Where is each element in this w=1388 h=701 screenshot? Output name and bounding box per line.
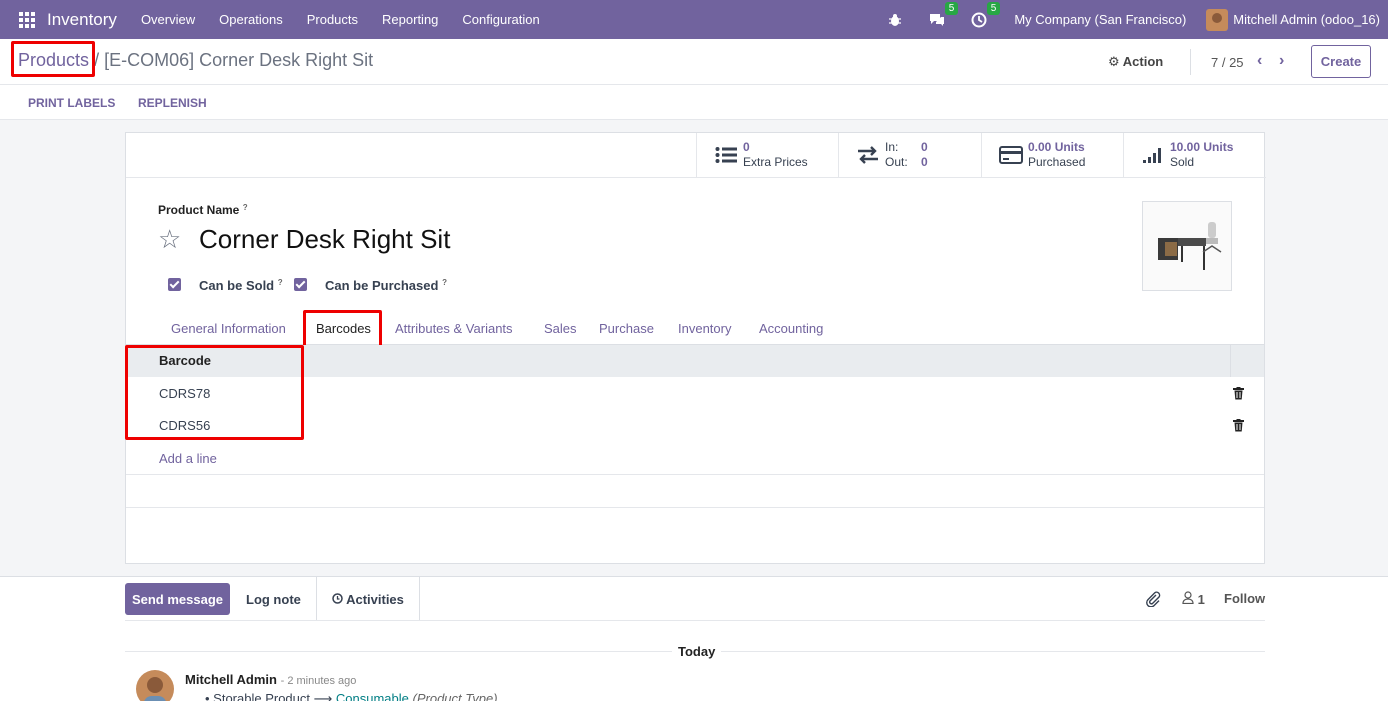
sold-button[interactable]: 10.00 Units Sold xyxy=(1123,133,1266,177)
chatter-divider xyxy=(0,576,1388,577)
tab-sales[interactable]: Sales xyxy=(544,321,577,336)
apps-menu-icon[interactable] xyxy=(19,11,35,28)
pager-value[interactable]: 7 / 25 xyxy=(1211,55,1244,70)
activities-badge: 5 xyxy=(986,1,1001,15)
send-message-button[interactable]: Send message xyxy=(125,583,230,615)
credit-card-icon xyxy=(998,146,1024,164)
app-name[interactable]: Inventory xyxy=(47,10,117,30)
highlight-barcode-column-box xyxy=(125,345,304,440)
add-line-row xyxy=(126,441,1264,475)
highlight-products-box xyxy=(11,41,95,77)
can-be-purchased-checkbox[interactable] xyxy=(294,278,307,291)
extra-prices-button[interactable]: 0 Extra Prices xyxy=(696,133,838,177)
can-be-purchased-label: Can be Purchased ? xyxy=(325,278,447,293)
pager-divider xyxy=(1190,49,1191,75)
print-labels-button[interactable]: PRINT LABELS xyxy=(28,96,115,110)
message-time: - 2 minutes ago xyxy=(280,675,357,687)
empty-row xyxy=(126,475,1264,508)
user-menu[interactable]: Mitchell Admin (odoo_16) xyxy=(1233,12,1380,27)
list-icon xyxy=(713,146,739,164)
menu-configuration[interactable]: Configuration xyxy=(462,12,539,27)
product-image[interactable] xyxy=(1142,201,1232,291)
favorite-star-icon[interactable]: ☆ xyxy=(158,224,181,255)
in-label: In: xyxy=(885,140,899,154)
followers-count: 1 xyxy=(1197,592,1205,607)
exchange-arrows-icon xyxy=(855,146,881,164)
top-navbar: Inventory Overview Operations Products R… xyxy=(0,0,1388,39)
help-mark: ? xyxy=(242,203,248,212)
help-mark: ? xyxy=(277,278,283,287)
paperclip-icon[interactable] xyxy=(1145,591,1161,610)
status-bar: PRINT LABELS REPLENISH xyxy=(0,85,1388,120)
highlight-barcodes-tab-box xyxy=(303,310,382,348)
trash-icon[interactable] xyxy=(1233,419,1244,432)
debug-bug-icon[interactable] xyxy=(886,11,904,29)
product-name-label: Product Name ? xyxy=(158,203,248,217)
menu-overview[interactable]: Overview xyxy=(141,12,195,27)
follow-button[interactable]: Follow xyxy=(1224,591,1265,606)
author-name[interactable]: Mitchell Admin xyxy=(185,672,277,687)
purchased-label: Purchased xyxy=(1028,155,1086,169)
can-be-sold-text: Can be Sold xyxy=(199,278,275,293)
out-label: Out: xyxy=(885,155,908,169)
header-divider xyxy=(1230,345,1231,377)
in-value: 0 xyxy=(921,140,928,154)
bullet: • xyxy=(205,691,214,701)
changed-field: (Product Type) xyxy=(412,691,498,701)
tab-general-information[interactable]: General Information xyxy=(171,321,286,336)
company-switcher[interactable]: My Company (San Francisco) xyxy=(1014,12,1186,27)
user-icon xyxy=(1182,591,1198,607)
menu-products[interactable]: Products xyxy=(307,12,358,27)
can-be-sold-label: Can be Sold ? xyxy=(199,278,283,293)
activities-label: Activities xyxy=(346,591,404,607)
purchased-value: 0.00 Units xyxy=(1028,140,1085,154)
chevron-left-icon[interactable]: ‹ xyxy=(1257,52,1262,70)
can-be-purchased-text: Can be Purchased xyxy=(325,278,439,293)
trash-icon[interactable] xyxy=(1233,387,1244,400)
menu-operations[interactable]: Operations xyxy=(219,12,283,27)
messages-icon[interactable]: 5 xyxy=(928,1,959,29)
in-out-button[interactable]: In: 0 Out: 0 xyxy=(838,133,981,177)
old-value: Storable Product xyxy=(213,691,311,701)
arrow-right-icon: ⟶ xyxy=(313,691,336,701)
activities-button[interactable]: Activities xyxy=(316,577,420,621)
tab-purchase[interactable]: Purchase xyxy=(599,321,654,336)
out-value: 0 xyxy=(921,155,928,169)
menu-reporting[interactable]: Reporting xyxy=(382,12,438,27)
activities-clock-icon[interactable]: 5 xyxy=(970,1,1001,29)
messages-badge: 5 xyxy=(944,1,959,15)
avatar[interactable] xyxy=(136,670,174,701)
signal-bars-icon xyxy=(1140,146,1166,164)
sold-value: 10.00 Units xyxy=(1170,140,1234,154)
chevron-right-icon[interactable]: › xyxy=(1279,52,1284,70)
log-note-button[interactable]: Log note xyxy=(246,592,301,607)
can-be-sold-checkbox[interactable] xyxy=(168,278,181,291)
add-a-line-link[interactable]: Add a line xyxy=(159,451,217,466)
create-button[interactable]: Create xyxy=(1311,45,1371,78)
new-value: Consumable xyxy=(335,691,409,701)
help-mark: ? xyxy=(442,278,447,287)
tab-attributes-variants[interactable]: Attributes & Variants xyxy=(395,321,513,336)
breadcrumb-current: [E-COM06] Corner Desk Right Sit xyxy=(104,50,374,70)
tracking-change: • Storable Product ⟶ Consumable (Product… xyxy=(205,691,498,701)
gear-icon: ⚙ xyxy=(1108,54,1120,69)
followers-button[interactable]: 1 xyxy=(1182,591,1205,607)
action-menu-button[interactable]: ⚙ Action xyxy=(1108,54,1163,70)
sold-label: Sold xyxy=(1170,155,1195,169)
product-name-label-text: Product Name xyxy=(158,203,240,217)
smart-buttons: 0 Extra Prices In: 0 Out: 0 0.00 Units Purch… xyxy=(126,133,1266,178)
chatter-separator xyxy=(125,620,1265,621)
tab-inventory[interactable]: Inventory xyxy=(678,321,731,336)
today-label: Today xyxy=(672,644,722,659)
product-name-field[interactable]: Corner Desk Right Sit xyxy=(199,224,450,255)
purchased-button[interactable]: 0.00 Units Purchased xyxy=(981,133,1123,177)
extra-prices-value: 0 xyxy=(743,140,750,154)
tab-accounting[interactable]: Accounting xyxy=(759,321,823,336)
message-author: Mitchell Admin - 2 minutes ago xyxy=(185,672,356,687)
clock-icon xyxy=(332,592,343,607)
action-label: Action xyxy=(1122,54,1164,69)
user-avatar[interactable] xyxy=(1206,8,1229,31)
replenish-button[interactable]: REPLENISH xyxy=(138,96,207,110)
extra-prices-label: Extra Prices xyxy=(743,155,808,169)
